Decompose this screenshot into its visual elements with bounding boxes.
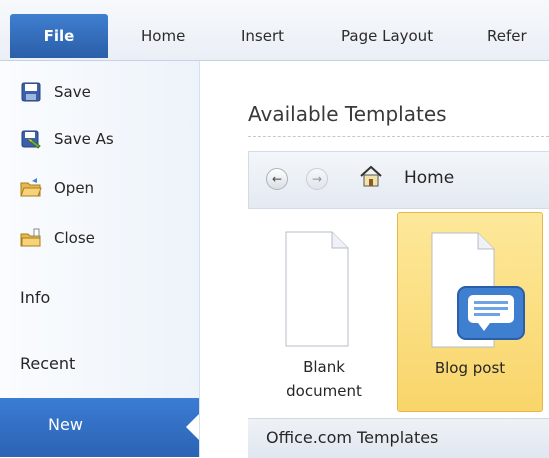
home-label[interactable]: Home: [404, 168, 454, 188]
tab-references[interactable]: Refer: [487, 14, 527, 58]
open-command[interactable]: Open: [20, 174, 94, 202]
open-label: Open: [54, 179, 95, 197]
tab-page-layout[interactable]: Page Layout: [341, 14, 433, 58]
home-icon: [360, 165, 382, 187]
nav-info-label: Info: [20, 288, 51, 307]
save-as-command[interactable]: Save As: [20, 125, 114, 153]
blank-label-line1: Blank: [303, 358, 345, 376]
close-folder-icon: [20, 227, 42, 249]
template-blog-post[interactable]: Blog post: [397, 212, 543, 412]
heading-divider: [248, 136, 549, 137]
tab-file-label: File: [43, 27, 75, 45]
nav-new[interactable]: New: [0, 398, 199, 457]
available-templates-heading: Available Templates: [248, 102, 447, 126]
back-button[interactable]: ←: [266, 168, 288, 190]
tab-home[interactable]: Home: [141, 14, 185, 58]
save-command[interactable]: Save: [20, 78, 91, 106]
tab-page-layout-label: Page Layout: [341, 27, 434, 45]
blog-post-icon: [431, 232, 525, 348]
nav-info[interactable]: Info: [20, 288, 50, 307]
nav-recent[interactable]: Recent: [20, 354, 75, 373]
forward-arrow-icon: →: [311, 172, 323, 186]
blank-label-line2: document: [286, 382, 362, 400]
nav-new-label: New: [48, 415, 83, 434]
home-nav[interactable]: [358, 164, 384, 188]
forward-button[interactable]: →: [306, 168, 328, 190]
tab-file[interactable]: File: [10, 14, 108, 58]
nav-recent-label: Recent: [20, 354, 76, 373]
back-arrow-icon: ←: [271, 172, 283, 186]
tab-references-label: Refer: [487, 27, 527, 45]
blog-label: Blog post: [434, 359, 506, 377]
close-command[interactable]: Close: [20, 224, 95, 252]
office-templates-section[interactable]: Office.com Templates: [248, 418, 549, 458]
blank-document-icon: [285, 231, 349, 347]
office-templates-label: Office.com Templates: [266, 428, 439, 447]
tab-insert[interactable]: Insert: [241, 14, 284, 58]
save-icon: [20, 81, 42, 103]
tab-home-label: Home: [141, 27, 186, 45]
template-blank-document[interactable]: Blank document: [252, 212, 396, 410]
open-folder-icon: [20, 177, 42, 199]
selection-pointer: [186, 414, 199, 440]
template-nav-bar: [248, 151, 549, 209]
save-label: Save: [54, 83, 91, 101]
save-as-label: Save As: [54, 130, 114, 148]
save-as-icon: [20, 128, 42, 150]
tab-insert-label: Insert: [241, 27, 285, 45]
close-label: Close: [54, 229, 95, 247]
ribbon-tab-bar: File Home Insert Page Layout Refer: [0, 0, 549, 61]
